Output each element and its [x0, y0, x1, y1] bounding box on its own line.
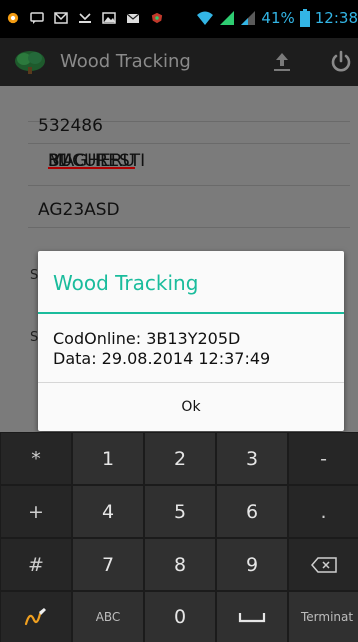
key-8[interactable]: 8 [145, 539, 215, 590]
field-code-value: 532486 [38, 116, 103, 136]
key-asterisk[interactable]: * [1, 433, 71, 484]
space-icon [238, 613, 266, 623]
key-plus[interactable]: + [1, 486, 71, 537]
wifi-icon [197, 11, 214, 25]
key-6[interactable]: 6 [217, 486, 287, 537]
signal-icon [220, 11, 235, 25]
backspace-icon [310, 556, 337, 573]
field-address[interactable]: BUCURESTI MAGHERU 31 [28, 150, 350, 186]
key-minus[interactable]: - [289, 433, 358, 484]
notification-icons [6, 12, 164, 24]
key-2[interactable]: 2 [145, 433, 215, 484]
dialog-message-line-1: CodOnline: 3B13Y205D [53, 329, 241, 348]
field-code[interactable]: 532486 [28, 108, 350, 144]
dialog-title: Wood Tracking [53, 271, 199, 295]
key-hash[interactable]: # [1, 539, 71, 590]
app-title: Wood Tracking [60, 51, 191, 72]
dialog-message-line-2: Data: 29.08.2014 12:37:49 [53, 349, 271, 368]
tree-logo-icon [15, 51, 45, 74]
key-backspace[interactable] [289, 539, 358, 590]
dialog-title-divider [38, 312, 344, 314]
missed-call-icon [79, 13, 91, 23]
address-suffix: 31 [48, 151, 70, 171]
battery-percent: 41% [261, 9, 295, 27]
status-indicators: 41% 12:38 [196, 9, 358, 27]
key-space[interactable] [217, 592, 287, 642]
key-abc[interactable]: ABC [73, 592, 143, 642]
key-period[interactable]: . [289, 486, 358, 537]
app-notification-icon [7, 12, 19, 24]
field-plate[interactable]: AG23ASD [28, 192, 350, 228]
alert-dialog: Wood Tracking CodOnline: 3B13Y205D Data: … [38, 251, 344, 431]
key-handwriting[interactable] [1, 592, 71, 642]
action-bar: Wood Tracking [0, 38, 358, 86]
key-0[interactable]: 0 [145, 592, 215, 642]
image-icon [102, 12, 116, 24]
field-plate-value: AG23ASD [38, 200, 120, 220]
key-7[interactable]: 7 [73, 539, 143, 590]
ok-button[interactable]: Ok [38, 383, 344, 431]
key-done[interactable]: Terminat [289, 592, 358, 642]
message-icon [30, 12, 44, 24]
handwriting-icon [24, 608, 46, 626]
numeric-keyboard: * 1 2 3 - + 4 5 6 . # 7 8 9 ABC 0 Termin… [0, 432, 358, 642]
signal-sim2-icon [241, 11, 256, 25]
clock: 12:38 [314, 9, 358, 27]
dialog-message: CodOnline: 3B13Y205D Data: 29.08.2014 12:… [53, 329, 270, 369]
key-4[interactable]: 4 [73, 486, 143, 537]
security-app-icon [151, 12, 163, 24]
key-5[interactable]: 5 [145, 486, 215, 537]
key-9[interactable]: 9 [217, 539, 287, 590]
key-3[interactable]: 3 [217, 433, 287, 484]
upload-icon[interactable] [272, 51, 292, 73]
power-icon[interactable] [329, 50, 353, 74]
battery-icon [299, 9, 310, 27]
key-1[interactable]: 1 [73, 433, 143, 484]
mail-icon [126, 13, 140, 23]
email-icon [54, 12, 68, 24]
status-bar: 41% 12:38 [0, 0, 358, 38]
